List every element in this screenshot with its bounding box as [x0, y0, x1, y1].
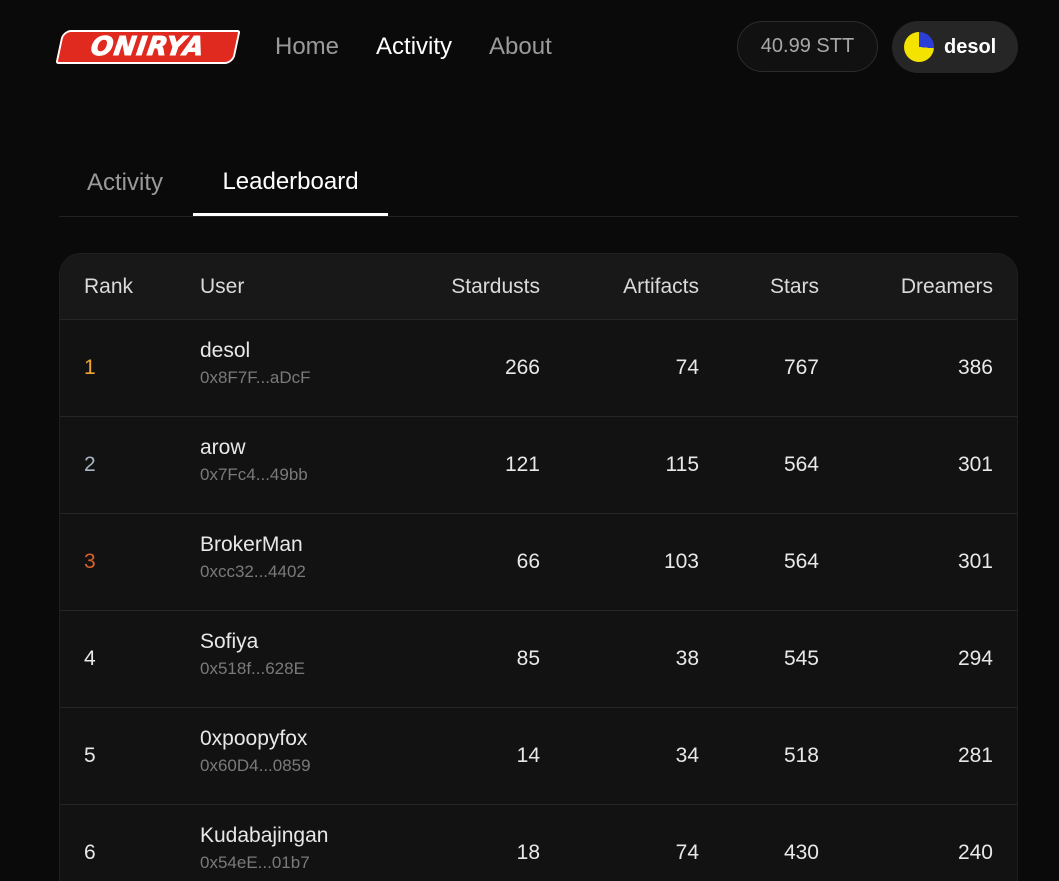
dreamers-value: 301	[957, 550, 993, 573]
user-name: BrokerMan	[200, 533, 303, 556]
rank-value: 3	[84, 550, 96, 573]
account-username: desol	[944, 35, 997, 58]
rank-value: 1	[84, 356, 96, 379]
logo-text: ONIRYA	[89, 32, 208, 63]
stardusts-value: 121	[504, 453, 540, 476]
header-stars[interactable]: Stars	[770, 275, 819, 299]
user-cell: arow 0x7Fc4...49bb	[200, 435, 308, 489]
stars-value: 564	[783, 453, 819, 476]
dreamers-value: 281	[957, 744, 993, 767]
user-cell: Kudabajingan 0x54eE...01b7	[200, 823, 328, 877]
user-address: 0x8F7F...aDcF	[200, 368, 311, 387]
top-header: ONIRYA Home Activity About 40.99 STT des…	[0, 0, 1059, 95]
header-rank[interactable]: Rank	[84, 275, 133, 299]
table-row[interactable]: 1 desol 0x8F7F...aDcF 266 74 767 386	[60, 319, 1017, 416]
onirya-logo[interactable]: ONIRYA	[55, 30, 241, 64]
header-dreamers[interactable]: Dreamers	[901, 275, 993, 299]
stars-value: 430	[783, 841, 819, 864]
artifacts-value: 34	[675, 744, 699, 767]
header-user[interactable]: User	[200, 275, 244, 299]
artifacts-value: 74	[675, 356, 699, 379]
dreamers-value: 240	[957, 841, 993, 864]
nav-home[interactable]: Home	[275, 30, 339, 64]
user-address: 0x518f...628E	[200, 659, 305, 678]
dreamers-value: 294	[957, 647, 993, 670]
table-row[interactable]: 5 0xpoopyfox 0x60D4...0859 14 34 518 281	[60, 707, 1017, 804]
account-button[interactable]: desol	[892, 21, 1018, 73]
avatar	[904, 32, 934, 62]
dreamers-value: 301	[957, 453, 993, 476]
tab-activity[interactable]: Activity	[59, 150, 191, 214]
nav-about[interactable]: About	[489, 30, 552, 64]
artifacts-value: 115	[665, 453, 699, 476]
header-artifacts[interactable]: Artifacts	[623, 275, 699, 299]
table-row[interactable]: 4 Sofiya 0x518f...628E 85 38 545 294	[60, 610, 1017, 707]
user-address: 0xcc32...4402	[200, 562, 306, 581]
user-cell: BrokerMan 0xcc32...4402	[200, 532, 306, 586]
tab-leaderboard[interactable]: Leaderboard	[193, 150, 388, 216]
header-stardusts[interactable]: Stardusts	[451, 275, 540, 299]
user-address: 0x54eE...01b7	[200, 853, 310, 872]
stars-value: 564	[783, 550, 819, 573]
stars-value: 518	[783, 744, 819, 767]
main-nav: Home Activity About	[275, 30, 552, 64]
dreamers-value: 386	[957, 356, 993, 379]
user-name: arow	[200, 436, 246, 459]
table-row[interactable]: 2 arow 0x7Fc4...49bb 121 115 564 301	[60, 416, 1017, 513]
table-row[interactable]: 3 BrokerMan 0xcc32...4402 66 103 564 301	[60, 513, 1017, 610]
user-address: 0x60D4...0859	[200, 756, 311, 775]
stardusts-value: 18	[516, 841, 540, 864]
rank-value: 5	[84, 744, 96, 767]
stars-value: 545	[783, 647, 819, 670]
stars-value: 767	[783, 356, 819, 379]
table-header: Rank User Stardusts Artifacts Stars Drea…	[60, 254, 1017, 319]
artifacts-value: 103	[663, 550, 699, 573]
user-name: Sofiya	[200, 630, 259, 653]
user-name: desol	[200, 339, 251, 362]
stardusts-value: 266	[504, 356, 540, 379]
nav-activity[interactable]: Activity	[376, 30, 452, 64]
user-cell: desol 0x8F7F...aDcF	[200, 338, 311, 392]
table-row[interactable]: 6 Kudabajingan 0x54eE...01b7 18 74 430 2…	[60, 804, 1017, 881]
rank-value: 2	[84, 453, 96, 476]
rank-value: 6	[84, 841, 96, 864]
stardusts-value: 85	[516, 647, 540, 670]
wallet-balance[interactable]: 40.99 STT	[737, 21, 878, 72]
user-cell: Sofiya 0x518f...628E	[200, 629, 305, 683]
artifacts-value: 38	[675, 647, 699, 670]
user-address: 0x7Fc4...49bb	[200, 465, 308, 484]
stardusts-value: 66	[516, 550, 540, 573]
user-cell: 0xpoopyfox 0x60D4...0859	[200, 726, 311, 780]
user-name: 0xpoopyfox	[200, 727, 308, 750]
page: ONIRYA Home Activity About 40.99 STT des…	[0, 0, 1059, 881]
leaderboard-table: Rank User Stardusts Artifacts Stars Drea…	[59, 253, 1018, 881]
rank-value: 4	[84, 647, 96, 670]
user-name: Kudabajingan	[200, 824, 329, 847]
artifacts-value: 74	[675, 841, 699, 864]
stardusts-value: 14	[516, 744, 540, 767]
tab-bar: Activity Leaderboard	[59, 150, 1018, 217]
